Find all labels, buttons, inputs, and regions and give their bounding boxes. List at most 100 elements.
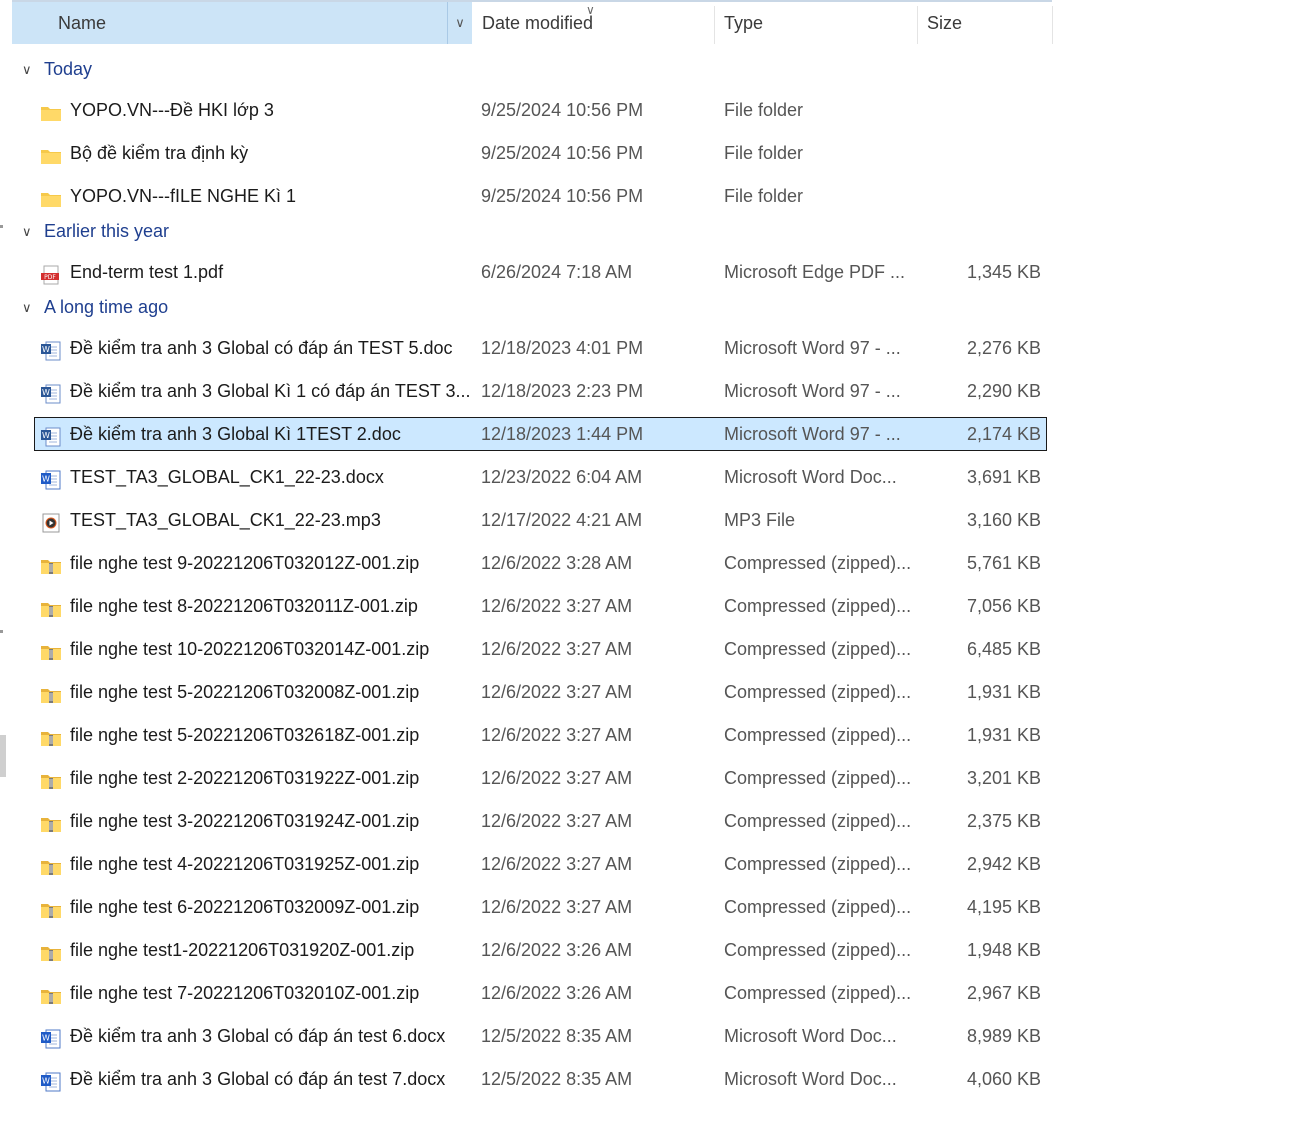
column-divider[interactable] bbox=[714, 6, 715, 44]
file-type: Compressed (zipped)... bbox=[724, 682, 912, 702]
file-name: Bộ đề kiểm tra định kỳ bbox=[70, 143, 249, 163]
file-name: Đề kiểm tra anh 3 Global Kì 1TEST 2.doc bbox=[70, 424, 401, 444]
file-size: 1,931 KB bbox=[966, 682, 1041, 702]
file-size: 2,942 KB bbox=[966, 854, 1041, 874]
zip-folder-icon bbox=[40, 768, 62, 789]
svg-text:PDF: PDF bbox=[44, 274, 56, 281]
file-name: Đề kiểm tra anh 3 Global có đáp án test … bbox=[70, 1069, 446, 1089]
file-date-modified: 6/26/2024 7:18 AM bbox=[481, 262, 633, 282]
mp3-icon bbox=[40, 510, 62, 533]
file-type: Compressed (zipped)... bbox=[724, 725, 912, 745]
file-row[interactable]: TEST_TA3_GLOBAL_CK1_22-23.mp3 12/17/2022 … bbox=[34, 503, 1047, 537]
file-size: 5,761 KB bbox=[966, 553, 1041, 573]
file-row[interactable]: file nghe test 10-20221206T032014Z-001.z… bbox=[34, 632, 1047, 666]
group-header[interactable]: ∨ Today bbox=[22, 56, 92, 82]
chevron-down-icon[interactable]: ∨ bbox=[447, 2, 472, 44]
scrollbar-thumb[interactable] bbox=[0, 735, 6, 777]
file-size: 2,276 KB bbox=[966, 338, 1041, 358]
file-size: 2,174 KB bbox=[966, 424, 1041, 444]
word-docx-icon: W bbox=[40, 1026, 62, 1049]
group-header[interactable]: ∨ Earlier this year bbox=[22, 218, 169, 244]
file-row[interactable]: file nghe test 3-20221206T031924Z-001.zi… bbox=[34, 804, 1047, 838]
file-row[interactable]: YOPO.VN---fILE NGHE Kì 1 9/25/2024 10:56 … bbox=[34, 179, 1047, 213]
zip-folder-icon bbox=[40, 811, 62, 832]
file-size: 3,201 KB bbox=[966, 768, 1041, 788]
file-row-selected[interactable]: W Đề kiểm tra anh 3 Global Kì 1TEST 2.doc… bbox=[34, 417, 1047, 451]
file-row[interactable]: file nghe test1-20221206T031920Z-001.zip… bbox=[34, 933, 1047, 967]
file-type: Microsoft Word Doc... bbox=[724, 1026, 897, 1046]
file-size: 4,195 KB bbox=[966, 897, 1041, 917]
file-size: 4,060 KB bbox=[966, 1069, 1041, 1089]
file-size: 6,485 KB bbox=[966, 639, 1041, 659]
file-name: End-term test 1.pdf bbox=[70, 262, 224, 282]
file-type: Compressed (zipped)... bbox=[724, 983, 912, 1003]
file-type: Compressed (zipped)... bbox=[724, 854, 912, 874]
svg-text:W: W bbox=[42, 475, 50, 484]
file-row[interactable]: file nghe test 7-20221206T032010Z-001.zi… bbox=[34, 976, 1047, 1010]
file-date-modified: 12/6/2022 3:27 AM bbox=[481, 725, 633, 745]
folder-icon bbox=[40, 100, 62, 121]
column-divider[interactable] bbox=[1052, 6, 1053, 44]
group-header-label: Today bbox=[44, 59, 93, 79]
zip-folder-icon bbox=[40, 596, 62, 617]
zip-folder-icon bbox=[40, 897, 62, 918]
file-size: 1,948 KB bbox=[966, 940, 1041, 960]
group-header-label: Earlier this year bbox=[44, 221, 170, 241]
column-header-type[interactable]: Type bbox=[724, 2, 916, 44]
file-row[interactable]: YOPO.VN---Đề HKI lớp 3 9/25/2024 10:56 PM… bbox=[34, 93, 1047, 127]
file-name: YOPO.VN---fILE NGHE Kì 1 bbox=[70, 186, 297, 206]
file-row[interactable]: Bộ đề kiểm tra định kỳ 9/25/2024 10:56 PM… bbox=[34, 136, 1047, 170]
file-type: Microsoft Word Doc... bbox=[724, 467, 897, 487]
file-name: file nghe test 5-20221206T032008Z-001.zi… bbox=[70, 682, 420, 702]
group-header[interactable]: ∨ A long time ago bbox=[22, 294, 168, 320]
file-name: TEST_TA3_GLOBAL_CK1_22-23.docx bbox=[70, 467, 384, 487]
zip-folder-icon bbox=[40, 639, 62, 660]
file-date-modified: 12/6/2022 3:27 AM bbox=[481, 811, 633, 831]
file-row[interactable]: file nghe test 6-20221206T032009Z-001.zi… bbox=[34, 890, 1047, 924]
file-type: MP3 File bbox=[724, 510, 796, 530]
file-date-modified: 12/18/2023 4:01 PM bbox=[481, 338, 644, 358]
file-row[interactable]: file nghe test 5-20221206T032008Z-001.zi… bbox=[34, 675, 1047, 709]
file-row[interactable]: W Đề kiểm tra anh 3 Global có đáp án test… bbox=[34, 1019, 1047, 1053]
column-divider[interactable] bbox=[917, 6, 918, 44]
file-date-modified: 12/6/2022 3:27 AM bbox=[481, 854, 633, 874]
word-docx-icon: W bbox=[40, 467, 62, 490]
file-date-modified: 12/6/2022 3:28 AM bbox=[481, 553, 633, 573]
file-row[interactable]: W TEST_TA3_GLOBAL_CK1_22-23.docx 12/23/202… bbox=[34, 460, 1047, 494]
svg-text:W: W bbox=[42, 345, 50, 354]
file-size: 3,691 KB bbox=[966, 467, 1041, 487]
file-size: 3,160 KB bbox=[966, 510, 1041, 530]
file-type: Microsoft Edge PDF ... bbox=[724, 262, 906, 282]
chevron-down-icon[interactable]: ∨ bbox=[22, 57, 38, 83]
column-header-bar: Name ∨ ∨ Date modified Type Size bbox=[12, 2, 1312, 44]
file-size: 2,290 KB bbox=[966, 381, 1041, 401]
chevron-down-icon[interactable]: ∨ bbox=[22, 219, 38, 245]
word-doc-icon: W bbox=[40, 338, 62, 361]
column-header-type-label: Type bbox=[724, 13, 764, 33]
file-row[interactable]: file nghe test 8-20221206T032011Z-001.zi… bbox=[34, 589, 1047, 623]
file-size: 1,931 KB bbox=[966, 725, 1041, 745]
file-name: file nghe test 6-20221206T032009Z-001.zi… bbox=[70, 897, 420, 917]
file-row[interactable]: file nghe test 4-20221206T031925Z-001.zi… bbox=[34, 847, 1047, 881]
file-type: File folder bbox=[724, 100, 804, 120]
svg-text:W: W bbox=[42, 388, 50, 397]
file-row[interactable]: file nghe test 9-20221206T032012Z-001.zi… bbox=[34, 546, 1047, 580]
file-row[interactable]: W Đề kiểm tra anh 3 Global Kì 1 có đáp án… bbox=[34, 374, 1047, 408]
file-date-modified: 12/6/2022 3:26 AM bbox=[481, 940, 633, 960]
column-header-name[interactable]: Name ∨ bbox=[12, 2, 472, 44]
file-name: file nghe test 3-20221206T031924Z-001.zi… bbox=[70, 811, 420, 831]
file-name: YOPO.VN---Đề HKI lớp 3 bbox=[70, 100, 274, 120]
file-row[interactable]: W Đề kiểm tra anh 3 Global có đáp án TEST… bbox=[34, 331, 1047, 365]
column-header-size[interactable]: Size bbox=[927, 2, 1051, 44]
folder-icon bbox=[40, 143, 62, 164]
svg-text:W: W bbox=[42, 1077, 50, 1086]
chevron-down-icon[interactable]: ∨ bbox=[22, 295, 38, 321]
file-date-modified: 12/23/2022 6:04 AM bbox=[481, 467, 643, 487]
file-row[interactable]: file nghe test 2-20221206T031922Z-001.zi… bbox=[34, 761, 1047, 795]
file-row[interactable]: file nghe test 5-20221206T032618Z-001.zi… bbox=[34, 718, 1047, 752]
file-date-modified: 12/6/2022 3:27 AM bbox=[481, 897, 633, 917]
file-row[interactable]: W Đề kiểm tra anh 3 Global có đáp án test… bbox=[34, 1062, 1047, 1096]
file-row[interactable]: PDF End-term test 1.pdf 6/26/2024 7:18 AM M… bbox=[34, 255, 1047, 289]
column-header-date[interactable]: ∨ Date modified bbox=[482, 2, 714, 44]
folder-icon bbox=[40, 186, 62, 207]
